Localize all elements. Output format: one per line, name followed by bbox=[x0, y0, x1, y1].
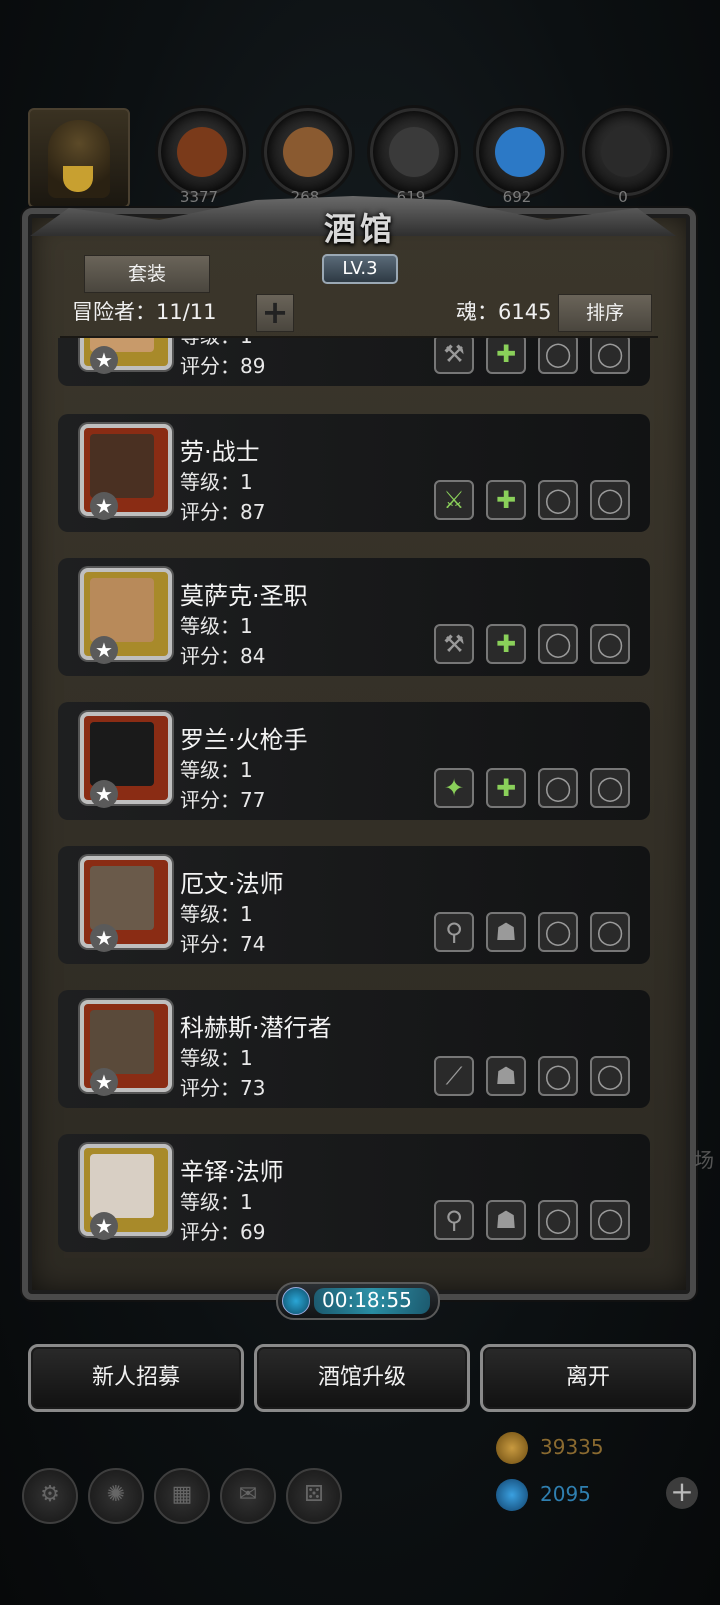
settings-icon[interactable]: ⚙ bbox=[22, 1468, 78, 1524]
soul-count: 魂：6145 bbox=[456, 300, 552, 324]
gold-value: 39335 bbox=[540, 1435, 604, 1459]
hero-card[interactable]: ★ 辛铎·法师 等级：1 评分：69 ⚲ ☗ ◯ ◯ bbox=[58, 1134, 650, 1252]
star-icon: ★ bbox=[90, 924, 118, 952]
hero-level: 等级：1 bbox=[180, 338, 253, 349]
hero-card[interactable]: ★ 劳·战士 等级：1 评分：87 ⚔ ✚ ◯ ◯ bbox=[58, 414, 650, 532]
trophy-icon bbox=[63, 166, 93, 192]
star-icon: ★ bbox=[90, 780, 118, 808]
hero-card[interactable]: ★ 等级：1 评分：89 ⚒ ✚ ◯ ◯ bbox=[58, 338, 650, 386]
gun-green-icon[interactable]: ✦ bbox=[434, 768, 474, 808]
skill-icon[interactable]: ✺ bbox=[88, 1468, 144, 1524]
armor-icon[interactable]: ☗ bbox=[486, 1200, 526, 1240]
hero-list[interactable]: ★ 等级：1 评分：89 ⚒ ✚ ◯ ◯ ★ 劳·战士 等级：1 评分：87 ⚔… bbox=[58, 338, 662, 1266]
ring-icon[interactable]: ◯ bbox=[538, 624, 578, 664]
ring-icon[interactable]: ◯ bbox=[538, 912, 578, 952]
hero-card[interactable]: ★ 莫萨克·圣职 等级：1 评分：84 ⚒ ✚ ◯ ◯ bbox=[58, 558, 650, 676]
hero-card[interactable]: ★ 科赫斯·潜行者 等级：1 评分：73 ⟋ ☗ ◯ ◯ bbox=[58, 990, 650, 1108]
ring-icon[interactable]: ◯ bbox=[590, 1200, 630, 1240]
ring-icon[interactable]: ◯ bbox=[538, 480, 578, 520]
panel-title: 酒馆 bbox=[323, 210, 396, 248]
armor-plus-icon[interactable]: ✚ bbox=[486, 624, 526, 664]
set-button[interactable]: 套装 bbox=[84, 255, 210, 293]
ring-icon[interactable]: ◯ bbox=[590, 768, 630, 808]
hero-name: 厄文·法师 bbox=[180, 870, 284, 898]
gold-display: 39335 bbox=[496, 1430, 696, 1464]
star-icon: ★ bbox=[90, 1212, 118, 1240]
armor-icon[interactable]: ☗ bbox=[486, 1056, 526, 1096]
add-gems-button[interactable]: + bbox=[666, 1477, 698, 1509]
gem-icon bbox=[496, 1479, 528, 1511]
hero-level: 等级：1 bbox=[180, 1190, 253, 1214]
hero-level: 等级：1 bbox=[180, 1046, 253, 1070]
hero-level: 等级：1 bbox=[180, 902, 253, 926]
side-hint: 场 bbox=[694, 1148, 714, 1172]
clock-icon bbox=[282, 1287, 310, 1315]
gem-display: 2095 + bbox=[496, 1477, 698, 1511]
sort-button[interactable]: 排序 bbox=[558, 294, 652, 332]
star-icon: ★ bbox=[90, 636, 118, 664]
hero-card[interactable]: ★ 厄文·法师 等级：1 评分：74 ⚲ ☗ ◯ ◯ bbox=[58, 846, 650, 964]
ring-icon[interactable]: ◯ bbox=[590, 1056, 630, 1096]
hero-name: 科赫斯·潜行者 bbox=[180, 1014, 332, 1042]
mail-icon[interactable]: ✉ bbox=[220, 1468, 276, 1524]
ring-icon[interactable]: ◯ bbox=[590, 624, 630, 664]
ring-icon[interactable]: ◯ bbox=[538, 768, 578, 808]
armor-plus-icon[interactable]: ✚ bbox=[486, 480, 526, 520]
hero-hood-icon[interactable] bbox=[28, 108, 130, 208]
hammer-icon[interactable]: ⚒ bbox=[434, 624, 474, 664]
leave-button[interactable]: 离开 bbox=[480, 1344, 696, 1412]
star-icon: ★ bbox=[90, 1068, 118, 1096]
hero-card[interactable]: ★ 罗兰·火枪手 等级：1 评分：77 ✦ ✚ ◯ ◯ bbox=[58, 702, 650, 820]
timer-text: 00:18:55 bbox=[322, 1288, 412, 1312]
armor-plus-icon[interactable]: ✚ bbox=[486, 338, 526, 374]
dagger-icon[interactable]: ⟋ bbox=[434, 1056, 474, 1096]
hero-level: 等级：1 bbox=[180, 758, 253, 782]
star-icon: ★ bbox=[90, 492, 118, 520]
hero-score: 评分：74 bbox=[180, 932, 266, 956]
staff-icon[interactable]: ⚲ bbox=[434, 1200, 474, 1240]
adventurer-count: 冒险者：11/11 bbox=[72, 300, 217, 324]
hero-name: 莫萨克·圣职 bbox=[180, 582, 308, 610]
hero-score: 评分：73 bbox=[180, 1076, 266, 1100]
resource-bar: 3377 268 619 692 0 bbox=[28, 108, 708, 208]
armor-icon[interactable]: ☗ bbox=[486, 912, 526, 952]
recruit-button[interactable]: 新人招募 bbox=[28, 1344, 244, 1412]
sword-green-icon[interactable]: ⚔ bbox=[434, 480, 474, 520]
star-icon: ★ bbox=[90, 346, 118, 374]
coal-icon[interactable] bbox=[582, 108, 670, 196]
hero-score: 评分：77 bbox=[180, 788, 266, 812]
add-adventurer-button[interactable]: + bbox=[256, 294, 294, 332]
hero-score: 评分：89 bbox=[180, 354, 266, 378]
dice-icon[interactable]: ⚄ bbox=[286, 1468, 342, 1524]
ring-icon[interactable]: ◯ bbox=[590, 480, 630, 520]
ring-icon[interactable]: ◯ bbox=[590, 912, 630, 952]
crystal-icon[interactable] bbox=[476, 108, 564, 196]
ring-icon[interactable]: ◯ bbox=[538, 1056, 578, 1096]
upgrade-tavern-button[interactable]: 酒馆升级 bbox=[254, 1344, 470, 1412]
hero-name: 劳·战士 bbox=[180, 438, 260, 466]
iron-icon[interactable] bbox=[370, 108, 458, 196]
hero-name: 辛铎·法师 bbox=[180, 1158, 284, 1186]
hero-score: 评分：87 bbox=[180, 500, 266, 524]
hero-score: 评分：84 bbox=[180, 644, 266, 668]
ring-icon[interactable]: ◯ bbox=[590, 338, 630, 374]
hammer-icon[interactable]: ⚒ bbox=[434, 338, 474, 374]
hero-score: 评分：69 bbox=[180, 1220, 266, 1244]
wood-icon[interactable] bbox=[264, 108, 352, 196]
ring-icon[interactable]: ◯ bbox=[538, 338, 578, 374]
refresh-timer: 00:18:55 bbox=[276, 1282, 440, 1320]
gold-icon bbox=[496, 1432, 528, 1464]
ring-icon[interactable]: ◯ bbox=[538, 1200, 578, 1240]
hero-name: 罗兰·火枪手 bbox=[180, 726, 308, 754]
hero-level: 等级：1 bbox=[180, 614, 253, 638]
staff-icon[interactable]: ⚲ bbox=[434, 912, 474, 952]
leather-icon[interactable] bbox=[158, 108, 246, 196]
hero-level: 等级：1 bbox=[180, 470, 253, 494]
map-icon[interactable]: ▦ bbox=[154, 1468, 210, 1524]
tavern-level-badge: LV.3 bbox=[322, 254, 398, 284]
gem-value: 2095 bbox=[540, 1482, 591, 1506]
armor-plus-icon[interactable]: ✚ bbox=[486, 768, 526, 808]
